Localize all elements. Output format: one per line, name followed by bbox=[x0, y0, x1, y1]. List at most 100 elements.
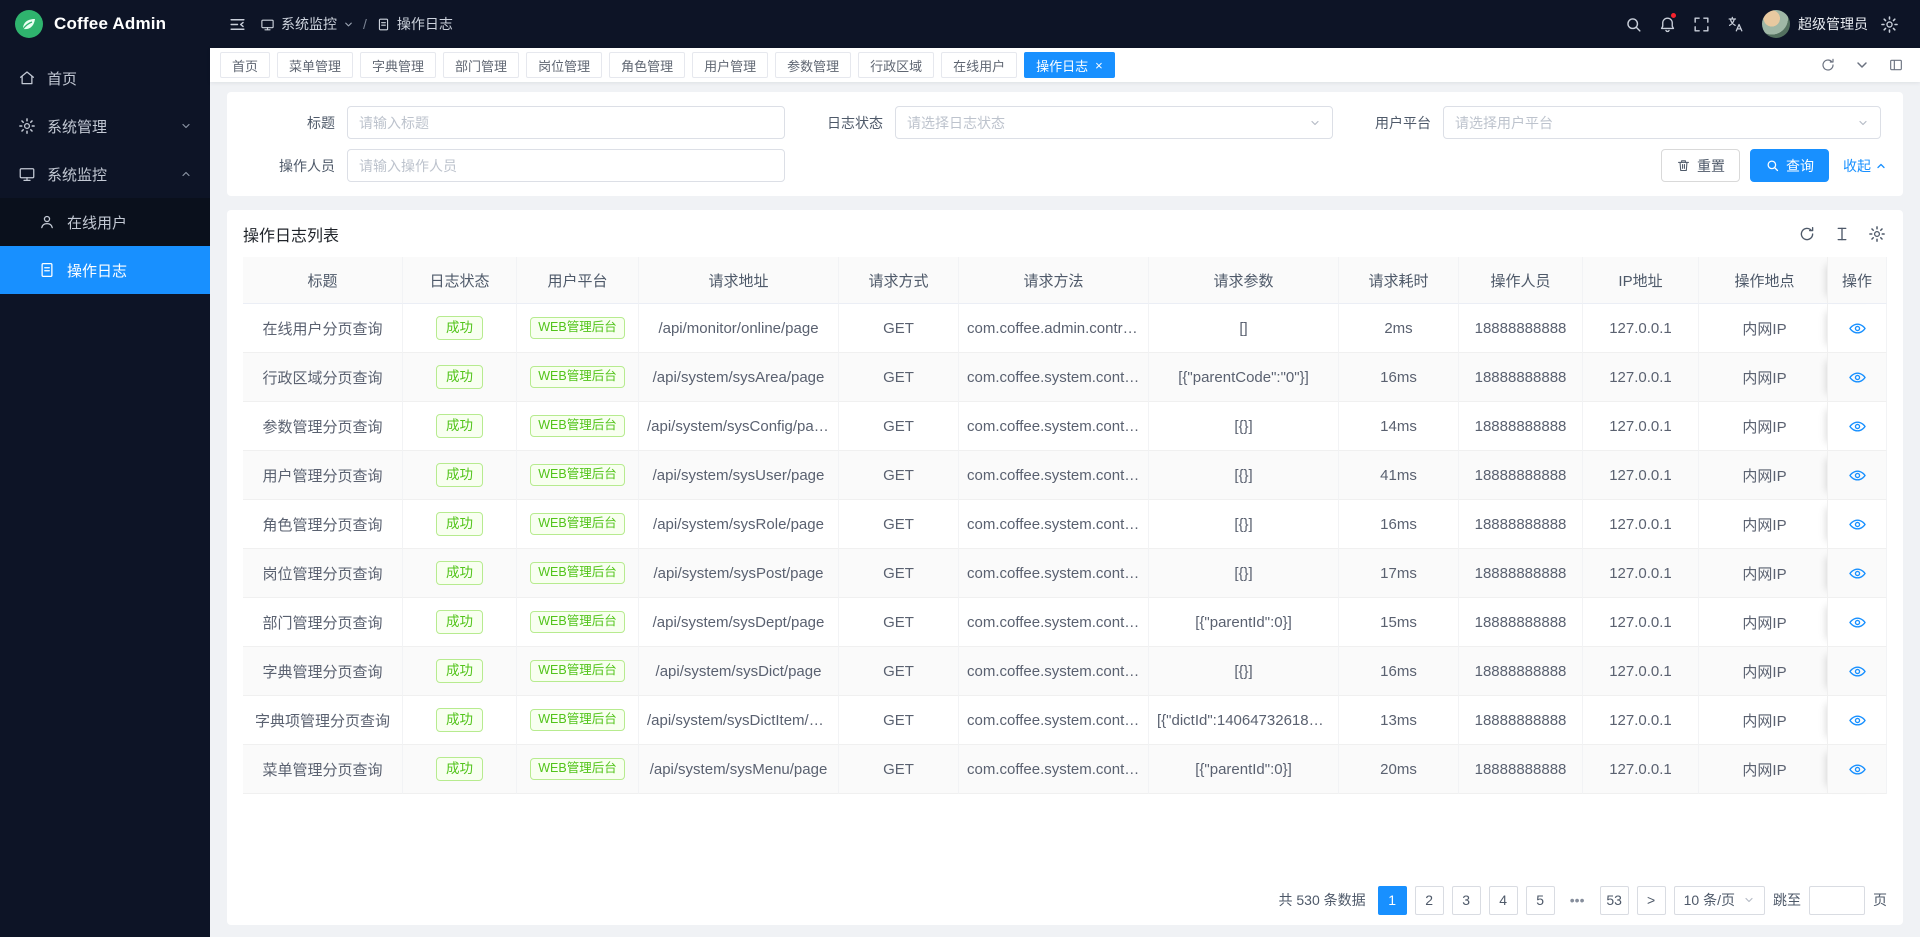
view-detail-eye-icon[interactable] bbox=[1848, 662, 1867, 681]
table-row[interactable]: 行政区域分页查询 成功 WEB管理后台 /api/system/sysArea/… bbox=[243, 353, 1887, 402]
page-button[interactable]: 3 bbox=[1452, 886, 1481, 915]
chevron-down-icon[interactable] bbox=[1848, 51, 1876, 79]
tab-item[interactable]: 用户管理 bbox=[692, 52, 768, 78]
page-list: 12345 ••• 53 bbox=[1378, 886, 1629, 915]
platform-select[interactable]: 请选择用户平台 bbox=[1443, 106, 1881, 139]
table-row[interactable]: 角色管理分页查询 成功 WEB管理后台 /api/system/sysRole/… bbox=[243, 500, 1887, 549]
breadcrumb-operation-logs[interactable]: 操作日志 bbox=[376, 14, 453, 34]
sidebar-item-system-monitor[interactable]: 系统监控 bbox=[0, 150, 210, 198]
cell-url: /api/system/sysMenu/page bbox=[639, 745, 839, 794]
table-row[interactable]: 字典管理分页查询 成功 WEB管理后台 /api/system/sysDict/… bbox=[243, 647, 1887, 696]
next-page-button[interactable]: > bbox=[1637, 886, 1666, 915]
view-detail-eye-icon[interactable] bbox=[1848, 515, 1867, 534]
reset-button[interactable]: 重置 bbox=[1661, 149, 1740, 182]
view-detail-eye-icon[interactable] bbox=[1848, 760, 1867, 779]
view-detail-eye-icon[interactable] bbox=[1848, 613, 1867, 632]
sidebar-item-online-users[interactable]: 在线用户 bbox=[0, 198, 210, 246]
tab-item[interactable]: 字典管理 bbox=[360, 52, 436, 78]
app-root: Coffee Admin 首页 系统管理 系统监控 在线用户 bbox=[0, 0, 1920, 937]
page-button[interactable]: ••• bbox=[1563, 886, 1592, 915]
table-row[interactable]: 用户管理分页查询 成功 WEB管理后台 /api/system/sysUser/… bbox=[243, 451, 1887, 500]
page-button[interactable]: 4 bbox=[1489, 886, 1518, 915]
tab-item[interactable]: 部门管理 bbox=[443, 52, 519, 78]
view-detail-eye-icon[interactable] bbox=[1848, 319, 1867, 338]
col-operator: 操作人员 bbox=[1459, 257, 1583, 304]
sidebar-item-operation-logs[interactable]: 操作日志 bbox=[0, 246, 210, 294]
chevron-up-icon bbox=[180, 168, 192, 180]
table-row[interactable]: 菜单管理分页查询 成功 WEB管理后台 /api/system/sysMenu/… bbox=[243, 745, 1887, 794]
fullscreen-icon[interactable] bbox=[1684, 7, 1718, 41]
table-row[interactable]: 岗位管理分页查询 成功 WEB管理后台 /api/system/sysPost/… bbox=[243, 549, 1887, 598]
page-button[interactable]: 5 bbox=[1526, 886, 1555, 915]
filter-panel: 标题 日志状态 请选择日志状态 用户平台 bbox=[227, 92, 1903, 196]
breadcrumb-separator: / bbox=[363, 16, 367, 32]
cell-url: /api/system/sysDept/page bbox=[639, 598, 839, 647]
platform-badge: WEB管理后台 bbox=[530, 464, 624, 487]
tab-item[interactable]: 在线用户 bbox=[941, 52, 1017, 78]
jump-page-input[interactable] bbox=[1809, 886, 1865, 915]
chevron-down-icon bbox=[1857, 117, 1869, 129]
cell-platform: WEB管理后台 bbox=[517, 304, 639, 353]
cell-title: 菜单管理分页查询 bbox=[243, 745, 403, 794]
log-table-scroll[interactable]: 标题 日志状态 用户平台 请求地址 请求方式 请求方法 请求参数 请求耗时 操作… bbox=[243, 257, 1887, 875]
view-detail-eye-icon[interactable] bbox=[1848, 417, 1867, 436]
logo-leaf-icon bbox=[14, 9, 44, 39]
tab-close-icon[interactable]: × bbox=[1095, 59, 1103, 72]
cell-url: /api/system/sysRole/page bbox=[639, 500, 839, 549]
tab-item[interactable]: 岗位管理 bbox=[526, 52, 602, 78]
table-title: 操作日志列表 bbox=[243, 222, 339, 246]
table-row[interactable]: 字典项管理分页查询 成功 WEB管理后台 /api/system/sysDict… bbox=[243, 696, 1887, 745]
page-button[interactable]: 1 bbox=[1378, 886, 1407, 915]
tab-item[interactable]: 参数管理 bbox=[775, 52, 851, 78]
cell-duration: 16ms bbox=[1339, 647, 1459, 696]
view-detail-eye-icon[interactable] bbox=[1848, 368, 1867, 387]
translate-icon[interactable] bbox=[1718, 7, 1752, 41]
operator-input[interactable] bbox=[359, 158, 773, 174]
filter-field-title: 标题 bbox=[243, 106, 791, 139]
cell-action bbox=[1827, 647, 1887, 696]
refresh-icon[interactable] bbox=[1797, 224, 1817, 244]
view-detail-eye-icon[interactable] bbox=[1848, 466, 1867, 485]
search-button[interactable]: 查询 bbox=[1750, 149, 1829, 182]
tab-label: 岗位管理 bbox=[538, 56, 590, 75]
view-detail-eye-icon[interactable] bbox=[1848, 711, 1867, 730]
tab-layout-icon[interactable] bbox=[1882, 51, 1910, 79]
settings-gear-icon[interactable] bbox=[1872, 7, 1906, 41]
tab-label: 操作日志 bbox=[1036, 56, 1088, 75]
cell-function: com.coffee.system.controlle... bbox=[959, 500, 1149, 549]
status-select[interactable]: 请选择日志状态 bbox=[895, 106, 1333, 139]
page-size-select[interactable]: 10 条/页 bbox=[1674, 886, 1765, 915]
sidebar-item-label: 在线用户 bbox=[67, 212, 127, 233]
table-row[interactable]: 部门管理分页查询 成功 WEB管理后台 /api/system/sysDept/… bbox=[243, 598, 1887, 647]
notification-bell-icon[interactable] bbox=[1650, 7, 1684, 41]
breadcrumb-system-monitor[interactable]: 系统监控 bbox=[260, 14, 354, 34]
avatar[interactable] bbox=[1762, 10, 1790, 38]
tab-item[interactable]: 操作日志 × bbox=[1024, 52, 1115, 78]
collapse-filter-link[interactable]: 收起 bbox=[1843, 156, 1887, 176]
trash-icon bbox=[1676, 158, 1691, 173]
sidebar-item-home[interactable]: 首页 bbox=[0, 54, 210, 102]
tab-label: 在线用户 bbox=[953, 56, 1005, 75]
tab-item[interactable]: 行政区域 bbox=[858, 52, 934, 78]
refresh-icon[interactable] bbox=[1814, 51, 1842, 79]
search-icon[interactable] bbox=[1616, 7, 1650, 41]
username[interactable]: 超级管理员 bbox=[1798, 14, 1868, 34]
tab-item[interactable]: 首页 bbox=[220, 52, 270, 78]
cell-operator: 18888888888 bbox=[1459, 500, 1583, 549]
tab-item[interactable]: 角色管理 bbox=[609, 52, 685, 78]
cell-method: GET bbox=[839, 353, 959, 402]
sidebar-item-system-management[interactable]: 系统管理 bbox=[0, 102, 210, 150]
menu-fold-icon[interactable] bbox=[220, 7, 254, 41]
tab-label: 菜单管理 bbox=[289, 56, 341, 75]
page-button[interactable]: 2 bbox=[1415, 886, 1444, 915]
row-height-icon[interactable] bbox=[1832, 224, 1852, 244]
cell-params: [{}] bbox=[1149, 549, 1339, 598]
table-row[interactable]: 在线用户分页查询 成功 WEB管理后台 /api/monitor/online/… bbox=[243, 304, 1887, 353]
page-button[interactable]: 53 bbox=[1600, 886, 1629, 915]
view-detail-eye-icon[interactable] bbox=[1848, 564, 1867, 583]
column-settings-gear-icon[interactable] bbox=[1867, 224, 1887, 244]
tab-item[interactable]: 菜单管理 bbox=[277, 52, 353, 78]
table-row[interactable]: 参数管理分页查询 成功 WEB管理后台 /api/system/sysConfi… bbox=[243, 402, 1887, 451]
title-input[interactable] bbox=[359, 115, 773, 131]
cell-function: com.coffee.system.controlle... bbox=[959, 451, 1149, 500]
